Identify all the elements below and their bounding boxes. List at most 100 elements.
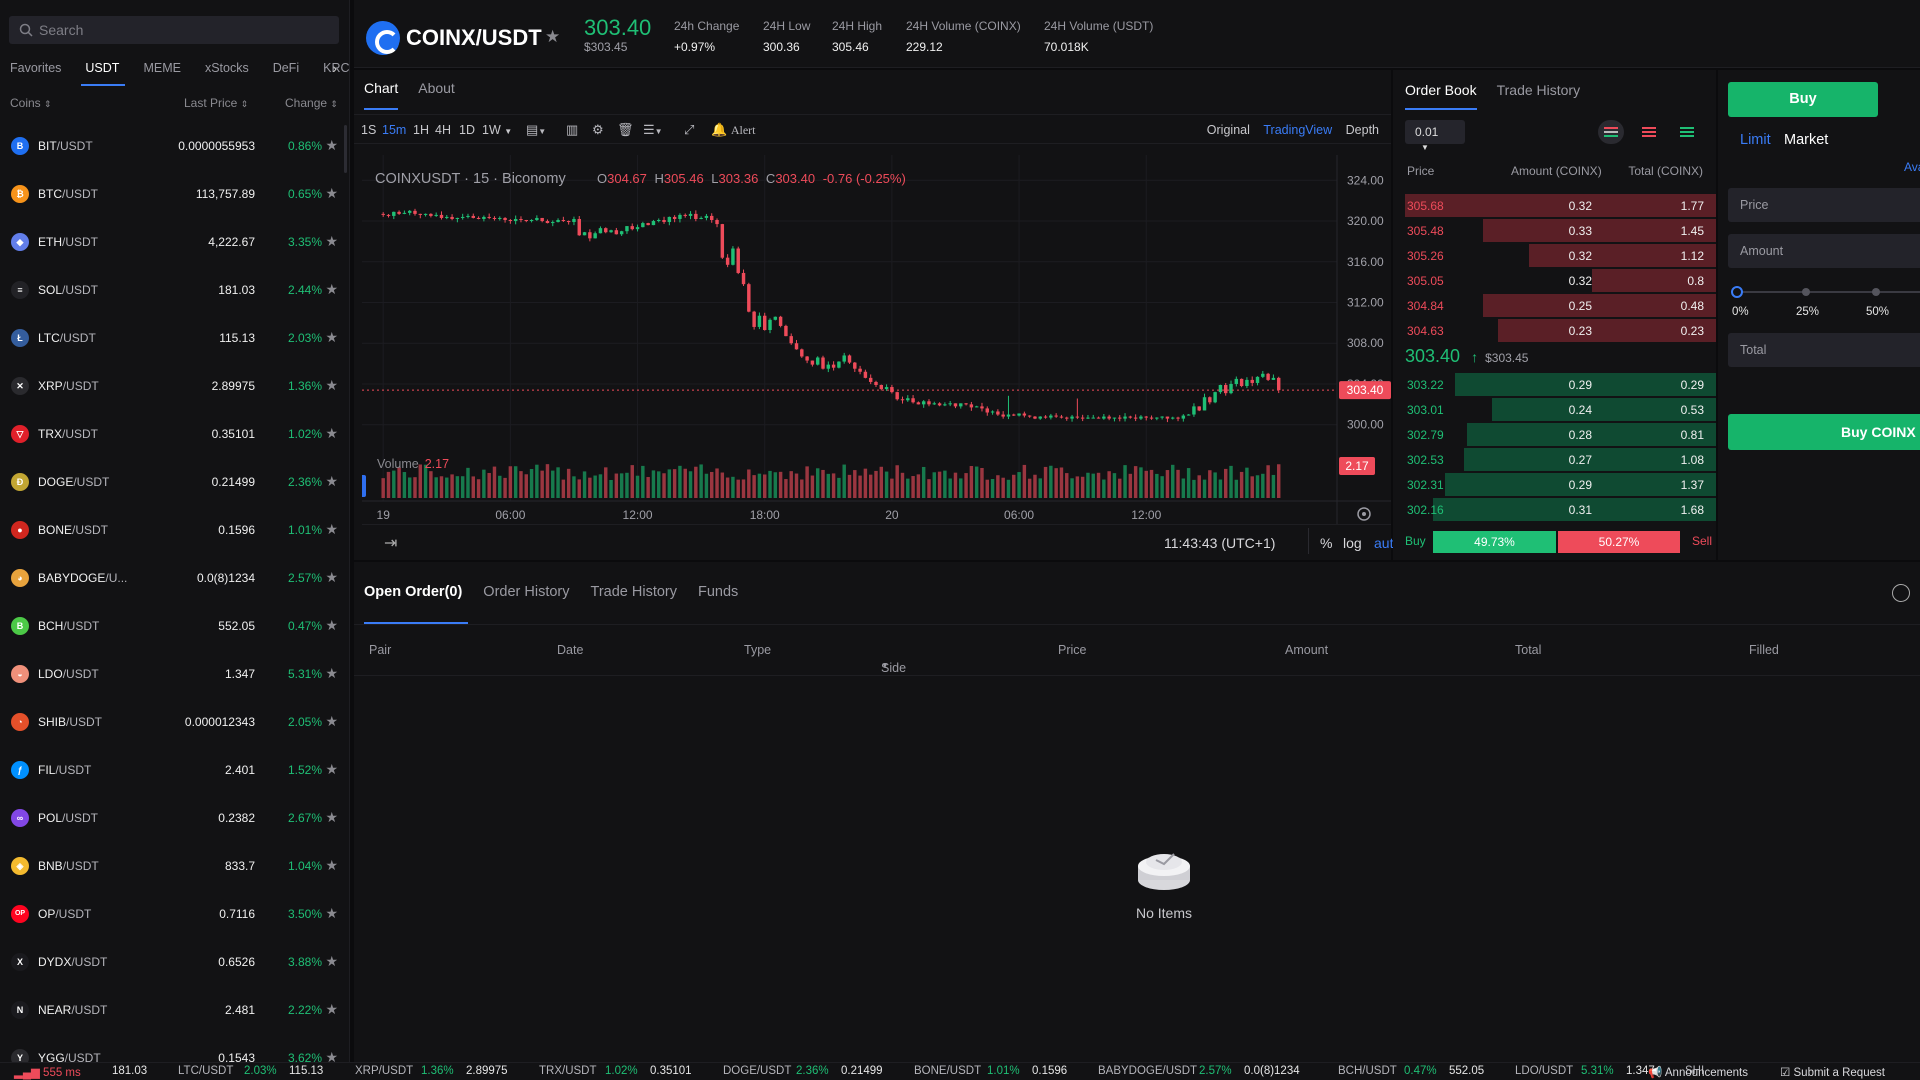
ticker-strip[interactable]: 181.03 LTC/USDT 2.03% 115.13 XRP/USDT 1.36% 2.… <box>112 1063 1704 1080</box>
tab-open-orders[interactable]: Open Order(0) <box>364 584 469 624</box>
favorite-star-icon[interactable]: ★ <box>325 1001 338 1018</box>
favorite-star-icon[interactable]: ★ <box>325 617 338 634</box>
tab-order-book[interactable]: Order Book <box>1405 82 1477 110</box>
coin-row[interactable]: Ł LTC/USDT 115.13 2.03% ★ <box>0 313 349 361</box>
tab-chart[interactable]: Chart <box>364 80 399 110</box>
amount-field[interactable] <box>1728 234 1920 268</box>
timeframe-1h[interactable]: 1H <box>413 123 429 137</box>
price-input[interactable] <box>1728 188 1920 222</box>
sort-last-price[interactable]: Last Price ⇕ <box>184 96 248 110</box>
timeframe-1d[interactable]: 1D <box>459 123 475 137</box>
precision-select[interactable]: 0.01 ▼ <box>1405 120 1465 152</box>
ask-row[interactable]: 304.63 0.23 0.23 <box>1405 318 1716 343</box>
chart-type-icon[interactable]: ▤▼ <box>526 122 546 138</box>
ask-row[interactable]: 305.26 0.32 1.12 <box>1405 243 1716 268</box>
favorite-star-icon[interactable]: ★ <box>325 809 338 826</box>
book-bids-icon[interactable] <box>1674 120 1700 144</box>
slider-mark-25[interactable] <box>1802 288 1810 296</box>
tab-trade-history[interactable]: Trade History <box>1497 82 1581 110</box>
slider-mark-50[interactable] <box>1872 288 1880 296</box>
bid-row[interactable]: 302.31 0.29 1.37 <box>1405 472 1716 497</box>
coin-row[interactable]: ₿ BTC/USDT 113,757.89 0.65% ★ <box>0 169 349 217</box>
favorite-star-icon[interactable]: ★ <box>325 905 338 922</box>
favorite-star-icon[interactable]: ★ <box>325 425 338 442</box>
favorite-star-icon[interactable]: ★ <box>325 185 338 202</box>
favorite-star-icon[interactable]: ★ <box>325 953 338 970</box>
ask-row[interactable]: 304.84 0.25 0.48 <box>1405 293 1716 318</box>
alert-button[interactable]: 🔔 Alert <box>711 122 755 138</box>
search-box[interactable] <box>9 16 339 44</box>
coin-row[interactable]: ◕ BABYDOGE/U... 0.0(8)1234 2.57% ★ <box>0 553 349 601</box>
favorite-star-icon[interactable]: ★ <box>325 521 338 538</box>
book-asks-icon[interactable] <box>1636 120 1662 144</box>
slider-handle[interactable] <box>1731 286 1743 298</box>
log-toggle[interactable]: log <box>1343 535 1362 551</box>
view-tradingview[interactable]: TradingView <box>1263 123 1332 137</box>
tab-funds[interactable]: Funds <box>698 584 738 624</box>
coin-row[interactable]: ✕ XRP/USDT 2.89975 1.36% ★ <box>0 361 349 409</box>
coin-row[interactable]: N NEAR/USDT 2.481 2.22% ★ <box>0 985 349 1033</box>
bid-row[interactable]: 302.53 0.27 1.08 <box>1405 447 1716 472</box>
total-field[interactable] <box>1728 333 1920 367</box>
bid-row[interactable]: 302.79 0.28 0.81 <box>1405 422 1716 447</box>
coin-row[interactable]: B BCH/USDT 552.05 0.47% ★ <box>0 601 349 649</box>
hide-other-pairs-toggle[interactable] <box>1892 584 1910 602</box>
date-range-icon[interactable]: ⇥ <box>384 533 397 553</box>
coin-row[interactable]: ∞ POL/USDT 0.2382 2.67% ★ <box>0 793 349 841</box>
favorite-star-icon[interactable]: ★ <box>325 329 338 346</box>
coin-row[interactable]: OP OP/USDT 0.7116 3.50% ★ <box>0 889 349 937</box>
bid-row[interactable]: 303.22 0.29 0.29 <box>1405 372 1716 397</box>
timeframe-1s[interactable]: 1S <box>361 123 376 137</box>
coin-row[interactable]: B BIT/USDT 0.0000055953 0.86% ★ <box>0 121 349 169</box>
coin-row[interactable]: Y YGG/USDT 0.1543 3.62% ★ <box>0 1033 349 1062</box>
scroll-handle[interactable] <box>362 475 366 497</box>
amount-input[interactable] <box>1728 234 1920 268</box>
favorite-star-icon[interactable]: ★ <box>545 27 560 47</box>
ask-row[interactable]: 305.05 0.32 0.8 <box>1405 268 1716 293</box>
view-depth[interactable]: Depth <box>1346 123 1379 137</box>
bid-row[interactable]: 303.01 0.24 0.53 <box>1405 397 1716 422</box>
settings-gear-icon[interactable]: ⚙ <box>592 122 604 138</box>
submit-request-link[interactable]: ☑ Submit a Request <box>1780 1065 1885 1079</box>
market-tab-usdt[interactable]: USDT <box>75 56 126 86</box>
coin-row[interactable]: ◆ ETH/USDT 4,222.67 3.35% ★ <box>0 217 349 265</box>
favorite-star-icon[interactable]: ★ <box>325 377 338 394</box>
buy-coinx-button[interactable]: Buy COINX <box>1728 414 1920 450</box>
timeframe-4h[interactable]: 4H <box>435 123 451 137</box>
sort-change[interactable]: Change ⇕ <box>285 96 338 110</box>
coin-row[interactable]: ◔ SHIB/USDT 0.000012343 2.05% ★ <box>0 697 349 745</box>
tab-trade-history-orders[interactable]: Trade History <box>591 584 677 624</box>
favorite-star-icon[interactable]: ★ <box>325 665 338 682</box>
book-both-icon[interactable] <box>1598 120 1624 144</box>
layout-icon[interactable]: ☰▼ <box>643 122 663 138</box>
favorite-star-icon[interactable]: ★ <box>325 857 338 874</box>
sort-coins[interactable]: Coins ⇕ <box>10 96 52 110</box>
view-original[interactable]: Original <box>1207 123 1250 137</box>
ask-row[interactable]: 305.48 0.33 1.45 <box>1405 218 1716 243</box>
market-tab-meme[interactable]: MEME <box>133 56 181 86</box>
announcements-link[interactable]: 📢 Announcements <box>1648 1065 1748 1079</box>
coin-row[interactable]: ≡ SOL/USDT 181.03 2.44% ★ <box>0 265 349 313</box>
favorite-star-icon[interactable]: ★ <box>325 137 338 154</box>
coin-row[interactable]: ◈ BNB/USDT 833.7 1.04% ★ <box>0 841 349 889</box>
price-field[interactable] <box>1728 188 1920 222</box>
tab-market[interactable]: Market <box>1784 132 1828 148</box>
sidebar-scrollbar[interactable] <box>344 125 347 173</box>
coin-row[interactable]: X DYDX/USDT 0.6526 3.88% ★ <box>0 937 349 985</box>
tab-order-history[interactable]: Order History <box>483 584 569 624</box>
coin-row[interactable]: ƒ FIL/USDT 2.401 1.52% ★ <box>0 745 349 793</box>
search-input[interactable] <box>39 22 329 38</box>
timeframe-1w[interactable]: 1W ▼ <box>482 123 512 137</box>
favorite-star-icon[interactable]: ★ <box>325 281 338 298</box>
market-tab-favorites[interactable]: Favorites <box>0 56 61 86</box>
fullscreen-icon[interactable]: ⤢ <box>684 122 694 138</box>
market-tab-defi[interactable]: DeFi <box>263 56 299 86</box>
favorite-star-icon[interactable]: ★ <box>325 569 338 586</box>
timeframe-15m[interactable]: 15m <box>382 123 406 137</box>
price-chart[interactable]: 324.00320.00316.00312.00308.00304.00300.… <box>362 155 1391 524</box>
tab-limit[interactable]: Limit <box>1740 132 1771 148</box>
favorite-star-icon[interactable]: ★ <box>325 761 338 778</box>
axis-settings-icon[interactable] <box>1357 507 1371 521</box>
buy-side-tab[interactable]: Buy <box>1728 82 1878 117</box>
bid-row[interactable]: 302.16 0.31 1.68 <box>1405 497 1716 522</box>
